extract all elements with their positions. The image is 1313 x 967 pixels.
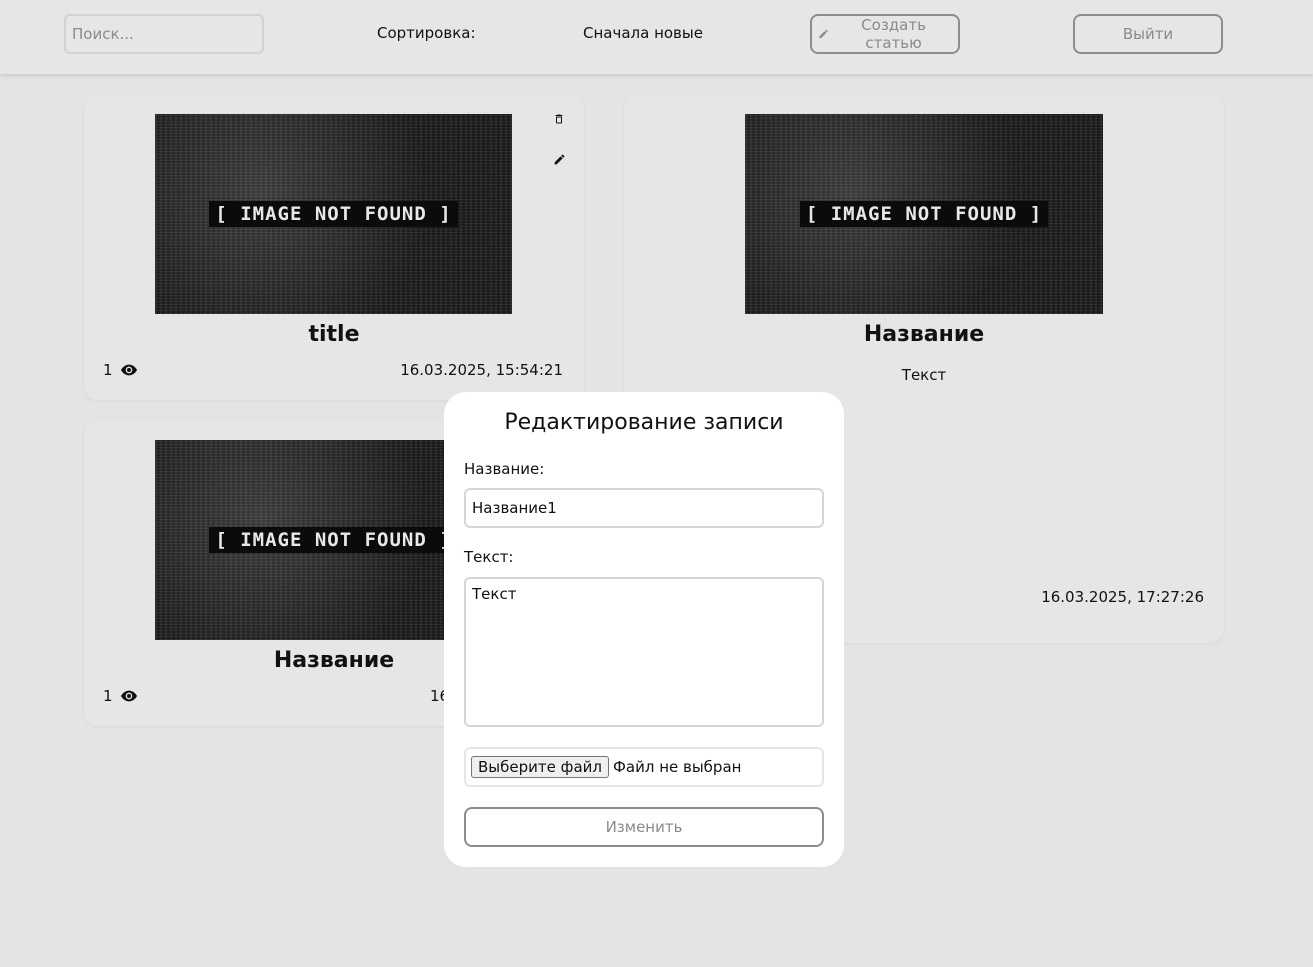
article-title: Название <box>863 322 985 347</box>
article-image: [ IMAGE NOT FOUND ] <box>155 114 512 314</box>
create-article-button[interactable]: Создать статью <box>810 14 960 54</box>
article-title: title <box>308 322 360 347</box>
modal-title: Редактирование записи <box>504 410 784 435</box>
search-input[interactable] <box>64 14 264 54</box>
article-date: 16.03.2025, 15:54:21 <box>400 361 563 379</box>
submit-button[interactable]: Изменить <box>464 807 824 847</box>
sort-label: Сортировка: <box>377 24 476 42</box>
edit-button[interactable] <box>551 151 567 167</box>
name-label: Название: <box>464 460 545 478</box>
image-placeholder-text: [ IMAGE NOT FOUND ] <box>209 527 458 553</box>
edit-modal: Редактирование записи Название: Текст: Т… <box>444 392 844 867</box>
view-count-value: 1 <box>103 361 113 379</box>
top-bar: Сортировка: Сначала новые Создать статью… <box>0 0 1313 74</box>
file-status: Файл не выбран <box>612 758 742 776</box>
eye-icon <box>120 690 137 702</box>
article-card: [ IMAGE NOT FOUND ] title 1 16.03.2025, … <box>84 94 584 400</box>
image-placeholder-text: [ IMAGE NOT FOUND ] <box>799 201 1049 227</box>
eye-icon <box>120 364 137 376</box>
article-date: 16.03.2025, 17:27:26 <box>1041 588 1204 606</box>
article-text: Текст <box>901 366 947 384</box>
delete-button[interactable] <box>551 111 567 127</box>
article-image: [ IMAGE NOT FOUND ] <box>745 114 1103 314</box>
view-count: 1 <box>103 361 137 379</box>
choose-file-button[interactable]: Выберите файл <box>471 756 609 778</box>
view-count-value: 1 <box>103 687 113 705</box>
text-input[interactable]: Текст <box>464 577 824 727</box>
trash-icon <box>555 114 563 124</box>
name-input[interactable] <box>464 488 824 528</box>
logout-button[interactable]: Выйти <box>1073 14 1223 54</box>
text-label: Текст: <box>464 548 514 566</box>
create-article-label: Создать статью <box>861 16 926 52</box>
view-count: 1 <box>103 687 137 705</box>
image-placeholder-text: [ IMAGE NOT FOUND ] <box>209 201 458 227</box>
file-input: Выберите файл Файл не выбран <box>464 747 824 787</box>
pencil-icon <box>819 29 828 39</box>
sort-select[interactable]: Сначала новые <box>583 24 703 42</box>
pencil-icon <box>554 154 564 164</box>
